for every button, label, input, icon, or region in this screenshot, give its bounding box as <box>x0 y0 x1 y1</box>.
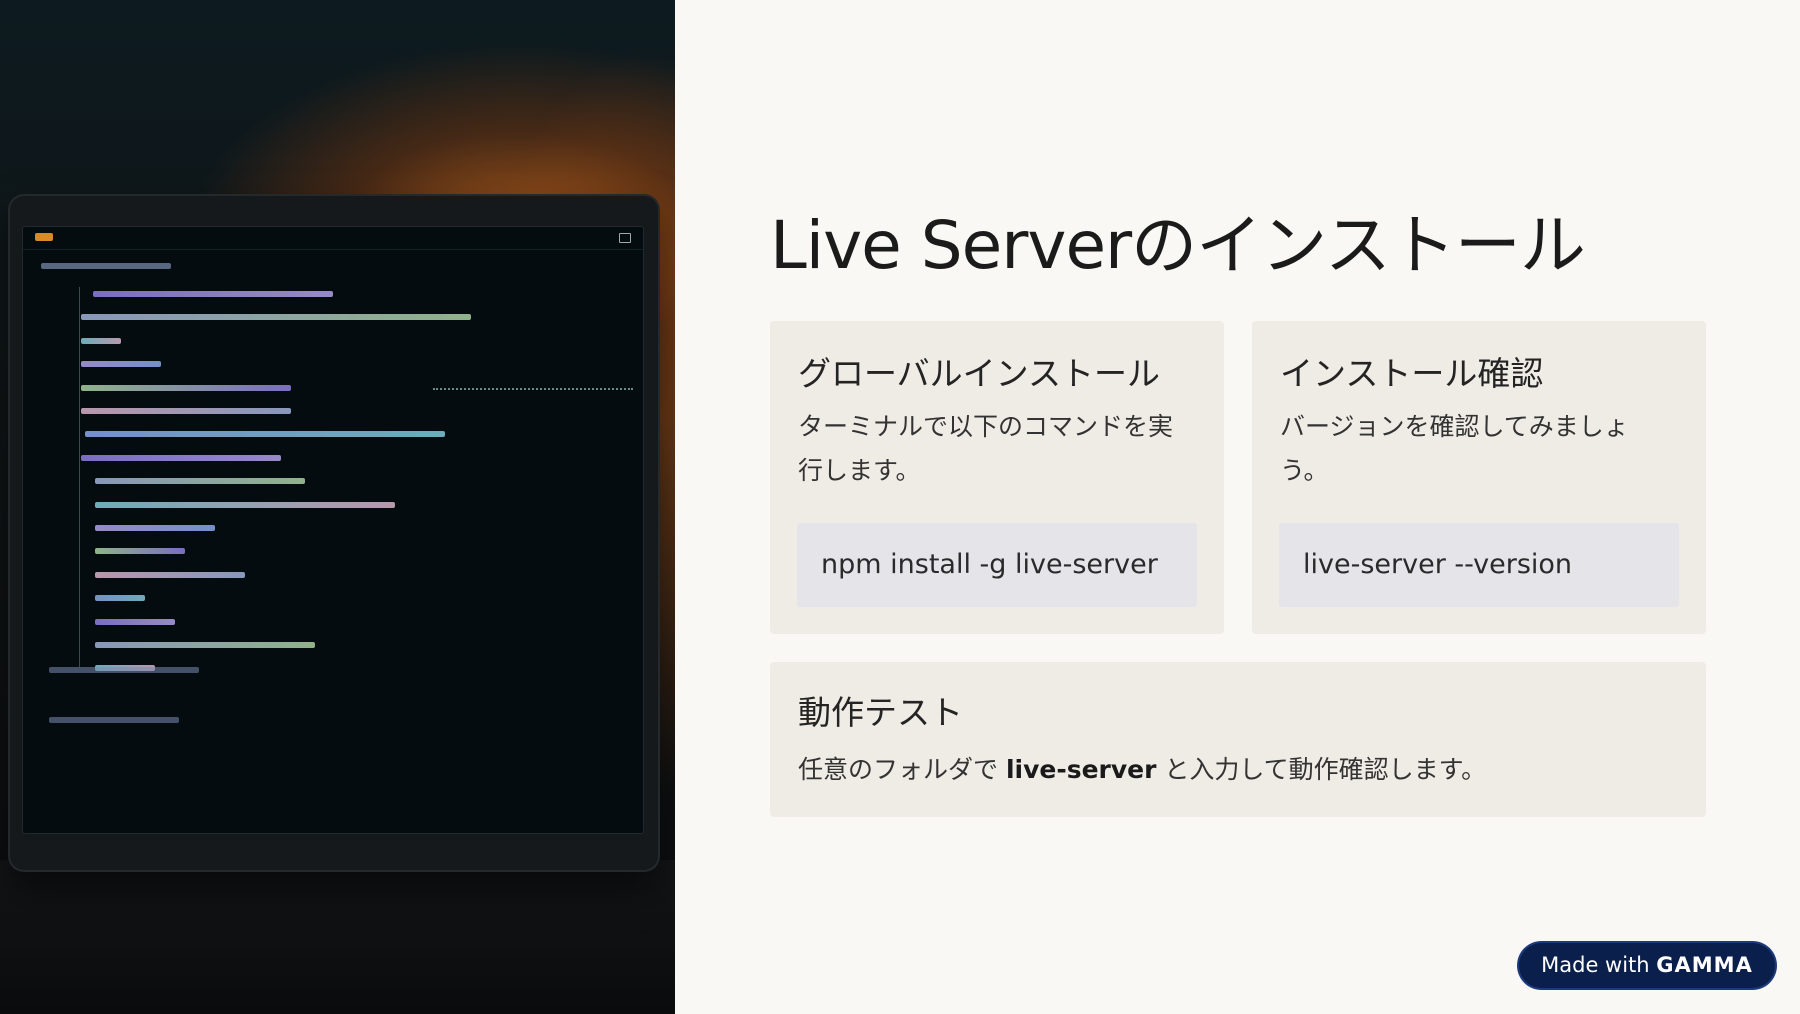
code-line <box>95 478 305 485</box>
code-line <box>85 431 445 438</box>
card-description: ターミナルで以下のコマンドを実行します。 <box>798 412 1174 485</box>
code-line <box>95 525 215 531</box>
badge-prefix: Made with <box>1541 953 1657 977</box>
code-editor-screen <box>22 226 644 834</box>
code-line <box>81 361 161 368</box>
editor-dotted-line <box>433 388 633 390</box>
code-line <box>95 501 395 508</box>
card-heading: インストール確認 <box>1280 354 1544 393</box>
editor-logo-icon <box>35 233 53 241</box>
desk-surface <box>0 860 675 1014</box>
code-line <box>49 667 199 673</box>
window-control-icon <box>619 233 631 243</box>
code-line <box>81 384 291 391</box>
code-line <box>95 595 145 602</box>
code-line <box>95 548 185 555</box>
code-line <box>81 408 291 414</box>
code-line <box>81 314 471 321</box>
made-with-gamma-badge[interactable]: Made with GAMMA <box>1519 943 1775 988</box>
code-line <box>81 454 281 461</box>
gamma-logo-icon: GAMMA <box>1656 953 1753 977</box>
editor-tab <box>41 263 171 269</box>
code-line <box>93 291 333 297</box>
install-command-block[interactable]: npm install -g live-server <box>797 523 1197 607</box>
editor-titlebar <box>23 227 643 250</box>
code-line <box>95 571 245 578</box>
global-install-card: グローバルインストール ターミナルで以下のコマンドを実行します。 npm ins… <box>770 321 1224 634</box>
operation-test-card: 動作テスト 任意のフォルダで live-server と入力して動作確認します。 <box>770 662 1706 817</box>
code-line <box>95 618 175 625</box>
test-instruction: 任意のフォルダで live-server と入力して動作確認します。 <box>798 748 1486 792</box>
laptop-icon <box>10 196 658 870</box>
code-line <box>49 717 179 723</box>
test-text-before: 任意のフォルダで <box>798 755 1006 784</box>
laptop-code-photo <box>0 0 675 1014</box>
test-command-inline: live-server <box>1005 755 1157 784</box>
version-command-block[interactable]: live-server --version <box>1279 523 1679 607</box>
card-description: バージョンを確認してみましょう。 <box>1280 412 1629 485</box>
card-heading: グローバルインストール <box>798 354 1161 393</box>
install-check-card: インストール確認 バージョンを確認してみましょう。 live-server --… <box>1252 321 1706 634</box>
editor-gutter <box>79 287 80 667</box>
card-heading: 動作テスト <box>798 693 963 732</box>
code-line <box>95 642 315 648</box>
code-line <box>81 337 121 344</box>
page-title: Live Serverのインストール <box>770 207 1586 284</box>
test-text-after: と入力して動作確認します。 <box>1156 755 1487 784</box>
